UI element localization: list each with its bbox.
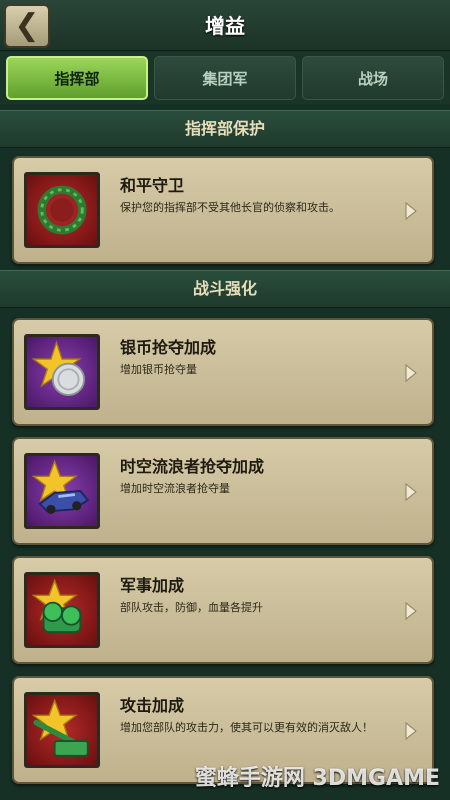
chevron-right-icon <box>405 364 417 382</box>
buff-title: 军事加成 <box>120 576 185 595</box>
chevron-right-icon <box>405 722 417 740</box>
section-header-battle-enhance: 战斗强化 <box>0 270 450 308</box>
buff-description: 增加您部队的攻击力，使其可以更有效的消灭敌人！ <box>120 721 373 734</box>
buff-card-time-wanderer-plunder[interactable]: 时空流浪者抢夺加成 增加时空流浪者抢夺量 <box>12 437 434 545</box>
page-title: 增益 <box>205 14 245 38</box>
cannon-star-icon <box>24 572 100 648</box>
chevron-right-icon <box>405 483 417 501</box>
buff-title: 和平守卫 <box>120 176 185 195</box>
buff-description: 部队攻击，防御，血量各提升 <box>120 601 263 614</box>
chevron-right-icon <box>405 602 417 620</box>
artillery-star-icon <box>24 692 100 768</box>
buff-card-silver-plunder[interactable]: 银币抢夺加成 增加银币抢夺量 <box>12 318 434 426</box>
tab-bar: 指挥部 集团军 战场 <box>0 52 450 104</box>
buff-description: 保护您的指挥部不受其他长官的侦察和攻击。 <box>120 201 340 214</box>
buff-title: 时空流浪者抢夺加成 <box>120 457 265 476</box>
watermark: 蜜蜂手游网 3DMGAME <box>195 760 440 792</box>
vehicle-star-icon <box>24 453 100 529</box>
buff-title: 攻击加成 <box>120 696 185 715</box>
buff-description: 增加时空流浪者抢夺量 <box>120 482 230 495</box>
silver-coin-star-icon <box>24 334 100 410</box>
chevron-right-icon <box>405 202 417 220</box>
tab-battlefield[interactable]: 战场 <box>302 56 444 100</box>
buff-description: 增加银币抢夺量 <box>120 363 197 376</box>
section-header-command-protection: 指挥部保护 <box>0 110 450 148</box>
laurel-wreath-icon <box>24 172 100 248</box>
buff-card-military-bonus[interactable]: 军事加成 部队攻击，防御，血量各提升 <box>12 556 434 664</box>
header-bar: ❮ 增益 <box>0 0 450 51</box>
buff-card-peace-guard[interactable]: 和平守卫 保护您的指挥部不受其他长官的侦察和攻击。 <box>12 156 434 264</box>
watermark-text: 蜜蜂手游网 3DMGAME <box>194 766 440 791</box>
tab-army-group[interactable]: 集团军 <box>154 56 296 100</box>
tab-command[interactable]: 指挥部 <box>6 56 148 100</box>
buff-title: 银币抢夺加成 <box>120 338 217 357</box>
